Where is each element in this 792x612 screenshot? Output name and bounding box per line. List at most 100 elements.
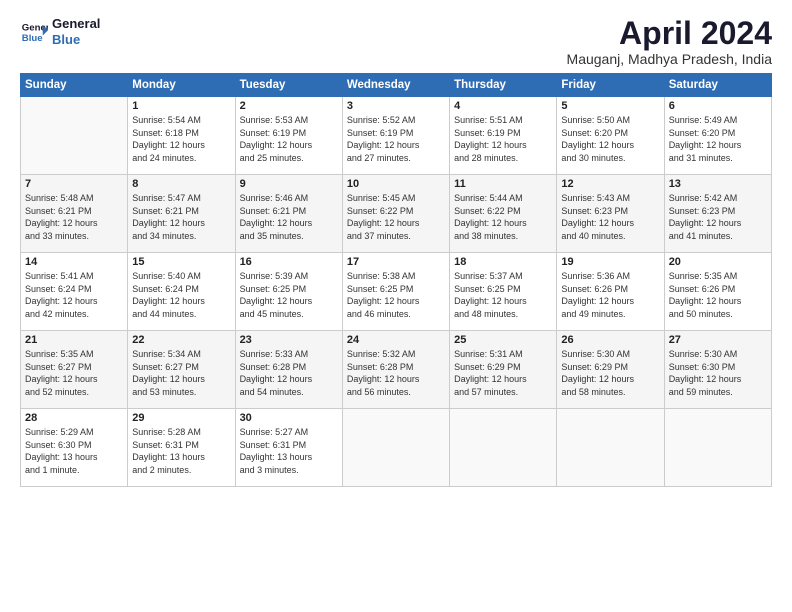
day-info: Sunrise: 5:27 AM Sunset: 6:31 PM Dayligh…: [240, 426, 338, 476]
calendar-cell: 11Sunrise: 5:44 AM Sunset: 6:22 PM Dayli…: [450, 175, 557, 253]
column-header-wednesday: Wednesday: [342, 74, 449, 97]
day-info: Sunrise: 5:34 AM Sunset: 6:27 PM Dayligh…: [132, 348, 230, 398]
calendar-cell: 17 Sunrise: 5:38 AM Sunset: 6:25 PM Dayli…: [342, 253, 449, 331]
calendar-cell: 12Sunrise: 5:43 AM Sunset: 6:23 PM Dayli…: [557, 175, 664, 253]
column-header-saturday: Saturday: [664, 74, 771, 97]
calendar-cell: 23Sunrise: 5:33 AM Sunset: 6:28 PM Dayli…: [235, 331, 342, 409]
day-number: 7: [25, 178, 123, 190]
day-number: 4: [454, 100, 552, 112]
calendar-cell: 21 Sunrise: 5:35 AM Sunset: 6:27 PM Dayli…: [21, 331, 128, 409]
day-number: 25: [454, 334, 552, 346]
day-info: Sunrise: 5:35 AM Sunset: 6:26 PM Dayligh…: [669, 270, 767, 320]
day-info: Sunrise: 5:44 AM Sunset: 6:22 PM Dayligh…: [454, 192, 552, 242]
week-row-4: 28 Sunrise: 5:29 AM Sunset: 6:30 PM Dayli…: [21, 409, 772, 487]
day-info: Sunrise: 5:49 AM Sunset: 6:20 PM Dayligh…: [669, 114, 767, 164]
calendar-cell: 5 Sunrise: 5:50 AM Sunset: 6:20 PM Daylig…: [557, 97, 664, 175]
calendar-cell: 27 Sunrise: 5:30 AM Sunset: 6:30 PM Dayli…: [664, 331, 771, 409]
calendar-cell: 16 Sunrise: 5:39 AM Sunset: 6:25 PM Dayli…: [235, 253, 342, 331]
day-info: Sunrise: 5:32 AM Sunset: 6:28 PM Dayligh…: [347, 348, 445, 398]
header: General Blue General Blue April 2024 Mau…: [20, 16, 772, 67]
calendar-cell: 7 Sunrise: 5:48 AM Sunset: 6:21 PM Daylig…: [21, 175, 128, 253]
column-header-thursday: Thursday: [450, 74, 557, 97]
day-info: Sunrise: 5:40 AM Sunset: 6:24 PM Dayligh…: [132, 270, 230, 320]
logo-icon: General Blue: [20, 18, 48, 46]
day-number: 2: [240, 100, 338, 112]
day-number: 3: [347, 100, 445, 112]
day-info: Sunrise: 5:47 AM Sunset: 6:21 PM Dayligh…: [132, 192, 230, 242]
calendar-cell: 29 Sunrise: 5:28 AM Sunset: 6:31 PM Dayli…: [128, 409, 235, 487]
day-info: Sunrise: 5:48 AM Sunset: 6:21 PM Dayligh…: [25, 192, 123, 242]
day-number: 8: [132, 178, 230, 190]
day-number: 15: [132, 256, 230, 268]
calendar-cell: [21, 97, 128, 175]
week-row-2: 14 Sunrise: 5:41 AM Sunset: 6:24 PM Dayli…: [21, 253, 772, 331]
day-number: 21: [25, 334, 123, 346]
day-info: Sunrise: 5:37 AM Sunset: 6:25 PM Dayligh…: [454, 270, 552, 320]
calendar-cell: 15 Sunrise: 5:40 AM Sunset: 6:24 PM Dayli…: [128, 253, 235, 331]
day-number: 17: [347, 256, 445, 268]
day-info: Sunrise: 5:54 AM Sunset: 6:18 PM Dayligh…: [132, 114, 230, 164]
day-number: 19: [561, 256, 659, 268]
calendar-cell: [450, 409, 557, 487]
day-number: 22: [132, 334, 230, 346]
day-info: Sunrise: 5:30 AM Sunset: 6:30 PM Dayligh…: [669, 348, 767, 398]
day-info: Sunrise: 5:41 AM Sunset: 6:24 PM Dayligh…: [25, 270, 123, 320]
day-info: Sunrise: 5:51 AM Sunset: 6:19 PM Dayligh…: [454, 114, 552, 164]
calendar-cell: 9 Sunrise: 5:46 AM Sunset: 6:21 PM Daylig…: [235, 175, 342, 253]
day-info: Sunrise: 5:31 AM Sunset: 6:29 PM Dayligh…: [454, 348, 552, 398]
title-block: April 2024 Mauganj, Madhya Pradesh, Indi…: [567, 16, 772, 67]
calendar-cell: 13 Sunrise: 5:42 AM Sunset: 6:23 PM Dayli…: [664, 175, 771, 253]
calendar-cell: [342, 409, 449, 487]
calendar-cell: 2Sunrise: 5:53 AM Sunset: 6:19 PM Daylig…: [235, 97, 342, 175]
calendar-page: General Blue General Blue April 2024 Mau…: [0, 0, 792, 612]
week-row-1: 7 Sunrise: 5:48 AM Sunset: 6:21 PM Daylig…: [21, 175, 772, 253]
calendar-cell: 19 Sunrise: 5:36 AM Sunset: 6:26 PM Dayli…: [557, 253, 664, 331]
day-info: Sunrise: 5:45 AM Sunset: 6:22 PM Dayligh…: [347, 192, 445, 242]
day-number: 29: [132, 412, 230, 424]
calendar-cell: 14 Sunrise: 5:41 AM Sunset: 6:24 PM Dayli…: [21, 253, 128, 331]
day-info: Sunrise: 5:52 AM Sunset: 6:19 PM Dayligh…: [347, 114, 445, 164]
logo: General Blue General Blue: [20, 16, 100, 47]
calendar-title: April 2024: [567, 16, 772, 51]
calendar-cell: 8 Sunrise: 5:47 AM Sunset: 6:21 PM Daylig…: [128, 175, 235, 253]
day-number: 28: [25, 412, 123, 424]
calendar-cell: 25 Sunrise: 5:31 AM Sunset: 6:29 PM Dayli…: [450, 331, 557, 409]
day-number: 27: [669, 334, 767, 346]
day-info: Sunrise: 5:30 AM Sunset: 6:29 PM Dayligh…: [561, 348, 659, 398]
calendar-subtitle: Mauganj, Madhya Pradesh, India: [567, 51, 772, 67]
day-number: 5: [561, 100, 659, 112]
week-row-3: 21 Sunrise: 5:35 AM Sunset: 6:27 PM Dayli…: [21, 331, 772, 409]
column-header-sunday: Sunday: [21, 74, 128, 97]
calendar-cell: 1 Sunrise: 5:54 AM Sunset: 6:18 PM Daylig…: [128, 97, 235, 175]
day-number: 6: [669, 100, 767, 112]
day-number: 1: [132, 100, 230, 112]
calendar-cell: 30Sunrise: 5:27 AM Sunset: 6:31 PM Dayli…: [235, 409, 342, 487]
day-number: 14: [25, 256, 123, 268]
day-info: Sunrise: 5:50 AM Sunset: 6:20 PM Dayligh…: [561, 114, 659, 164]
day-info: Sunrise: 5:29 AM Sunset: 6:30 PM Dayligh…: [25, 426, 123, 476]
day-number: 9: [240, 178, 338, 190]
day-number: 20: [669, 256, 767, 268]
calendar-cell: 22 Sunrise: 5:34 AM Sunset: 6:27 PM Dayli…: [128, 331, 235, 409]
day-number: 18: [454, 256, 552, 268]
day-number: 23: [240, 334, 338, 346]
calendar-cell: 6 Sunrise: 5:49 AM Sunset: 6:20 PM Daylig…: [664, 97, 771, 175]
day-info: Sunrise: 5:43 AM Sunset: 6:23 PM Dayligh…: [561, 192, 659, 242]
week-row-0: 1 Sunrise: 5:54 AM Sunset: 6:18 PM Daylig…: [21, 97, 772, 175]
day-info: Sunrise: 5:39 AM Sunset: 6:25 PM Dayligh…: [240, 270, 338, 320]
day-info: Sunrise: 5:35 AM Sunset: 6:27 PM Dayligh…: [25, 348, 123, 398]
column-header-friday: Friday: [557, 74, 664, 97]
day-info: Sunrise: 5:46 AM Sunset: 6:21 PM Dayligh…: [240, 192, 338, 242]
svg-text:Blue: Blue: [22, 32, 43, 43]
column-header-tuesday: Tuesday: [235, 74, 342, 97]
calendar-cell: 26Sunrise: 5:30 AM Sunset: 6:29 PM Dayli…: [557, 331, 664, 409]
calendar-cell: [664, 409, 771, 487]
calendar-cell: 4 Sunrise: 5:51 AM Sunset: 6:19 PM Daylig…: [450, 97, 557, 175]
day-info: Sunrise: 5:42 AM Sunset: 6:23 PM Dayligh…: [669, 192, 767, 242]
day-info: Sunrise: 5:28 AM Sunset: 6:31 PM Dayligh…: [132, 426, 230, 476]
day-info: Sunrise: 5:38 AM Sunset: 6:25 PM Dayligh…: [347, 270, 445, 320]
day-number: 13: [669, 178, 767, 190]
day-number: 16: [240, 256, 338, 268]
calendar-cell: 3 Sunrise: 5:52 AM Sunset: 6:19 PM Daylig…: [342, 97, 449, 175]
day-info: Sunrise: 5:36 AM Sunset: 6:26 PM Dayligh…: [561, 270, 659, 320]
